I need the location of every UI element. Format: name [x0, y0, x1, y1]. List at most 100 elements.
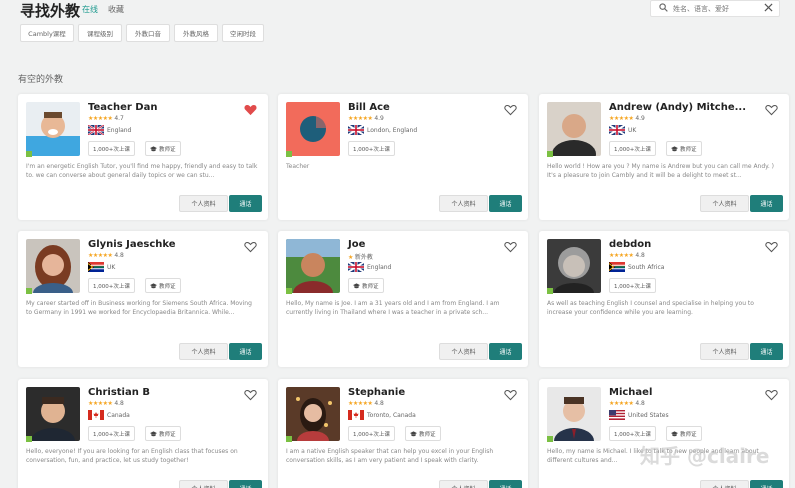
profile-button[interactable]: 个人资料 — [179, 343, 228, 360]
country-label: UK — [107, 263, 116, 271]
contact-button[interactable]: 通话 — [489, 480, 522, 488]
heart-filled-icon[interactable] — [244, 104, 257, 116]
rating-value: 4.8 — [114, 252, 124, 259]
certificate-badge: 教师证 — [666, 426, 702, 441]
profile-button[interactable]: 个人资料 — [179, 195, 228, 212]
tab-favorites[interactable]: 收藏 — [108, 4, 124, 15]
heart-outline-icon[interactable] — [504, 104, 517, 116]
search-box[interactable] — [650, 0, 780, 17]
country: Canada — [88, 410, 130, 420]
contact-button[interactable]: 通话 — [750, 480, 783, 488]
online-indicator — [26, 151, 32, 157]
avatar — [26, 102, 80, 156]
tutor-card[interactable]: Andrew (Andy) Mitche... ★★★★★ 4.9 UK 1,0… — [539, 94, 789, 220]
certificate-label: 教师证 — [680, 146, 697, 153]
rating-value: 4.8 — [635, 252, 645, 259]
watermark: 知乎 @claire — [640, 444, 770, 468]
heart-outline-icon[interactable] — [765, 389, 778, 401]
profile-button[interactable]: 个人资料 — [439, 480, 488, 488]
filter-cambly-course[interactable]: Cambly课程 — [20, 24, 74, 42]
tutor-name[interactable]: Michael — [609, 387, 652, 398]
rating-value: 4.8 — [374, 400, 384, 407]
tutor-bio: Hello, My name is Joe. I am a 31 years o… — [286, 300, 500, 316]
online-indicator — [26, 436, 32, 442]
country-label: Toronto, Canada — [367, 411, 416, 419]
graduation-cap-icon — [150, 282, 157, 288]
tutor-name[interactable]: Bill Ace — [348, 102, 390, 113]
tutor-card[interactable]: Bill Ace ★★★★★ 4.9 London, England 1,000… — [278, 94, 528, 220]
tutor-name[interactable]: Andrew (Andy) Mitche... — [609, 102, 746, 113]
tutor-name[interactable]: Stephanie — [348, 387, 405, 398]
uk-flag-icon — [88, 125, 104, 135]
tab-online[interactable]: 在线 — [82, 4, 98, 15]
heart-outline-icon[interactable] — [765, 104, 778, 116]
certificate-badge: 教师证 — [145, 426, 181, 441]
heart-outline-icon[interactable] — [504, 389, 517, 401]
tutor-card[interactable]: Stephanie ★★★★★ 4.8 Toronto, Canada 1,00… — [278, 379, 528, 488]
stars-icon: ★★★★★ — [348, 115, 373, 122]
tutor-name[interactable]: Christian B — [88, 387, 150, 398]
certificate-badge: 教师证 — [405, 426, 441, 441]
profile-button[interactable]: 个人资料 — [179, 480, 228, 488]
tutor-card[interactable]: Michael ★★★★★ 4.8 United States 1,000+次上… — [539, 379, 789, 488]
tutor-name[interactable]: Glynis Jaeschke — [88, 239, 176, 250]
contact-button[interactable]: 通话 — [750, 343, 783, 360]
graduation-cap-icon — [671, 430, 678, 436]
lessons-badge: 1,000+次上课 — [88, 426, 135, 441]
tutor-name[interactable]: Joe — [348, 239, 365, 250]
canada-flag-icon — [348, 410, 364, 420]
graduation-cap-icon — [150, 145, 157, 151]
filter-availability[interactable]: 空闲时段 — [222, 24, 264, 42]
rating-value: 4.9 — [374, 115, 384, 122]
profile-button[interactable]: 个人资料 — [439, 343, 488, 360]
tutor-name[interactable]: Teacher Dan — [88, 102, 157, 113]
profile-button[interactable]: 个人资料 — [700, 480, 749, 488]
certificate-label: 教师证 — [362, 283, 379, 290]
avatar — [26, 387, 80, 441]
contact-button[interactable]: 通话 — [489, 343, 522, 360]
heart-outline-icon[interactable] — [244, 389, 257, 401]
stars-icon: ★★★★★ — [88, 115, 113, 122]
tutor-card[interactable]: Glynis Jaeschke ★★★★★ 4.8 UK 1,000+次上课 教… — [18, 231, 268, 367]
certificate-badge: 教师证 — [348, 278, 384, 293]
profile-button[interactable]: 个人资料 — [439, 195, 488, 212]
tutor-name[interactable]: debdon — [609, 239, 651, 250]
profile-button[interactable]: 个人资料 — [700, 195, 749, 212]
filter-course-level[interactable]: 课程级别 — [78, 24, 122, 42]
contact-button[interactable]: 通话 — [229, 343, 262, 360]
search-icon — [659, 3, 668, 12]
tutor-card[interactable]: Teacher Dan ★★★★★ 4.7 England 1,000+次上课 … — [18, 94, 268, 220]
tutor-card[interactable]: Christian B ★★★★★ 4.8 Canada 1,000+次上课 教… — [18, 379, 268, 488]
contact-button[interactable]: 通话 — [229, 195, 262, 212]
online-indicator — [547, 151, 553, 157]
profile-button[interactable]: 个人资料 — [700, 343, 749, 360]
heart-outline-icon[interactable] — [244, 241, 257, 253]
tutor-bio: Hello, everyone! If you are looking for … — [26, 448, 238, 464]
rating: ★★★★★ 4.8 — [88, 400, 124, 407]
lessons-badge: 1,000+次上课 — [609, 278, 656, 293]
certificate-label: 教师证 — [159, 146, 176, 153]
filter-style[interactable]: 外教风格 — [174, 24, 218, 42]
close-icon[interactable] — [764, 3, 773, 12]
contact-button[interactable]: 通话 — [229, 480, 262, 488]
rating: ★★★★★ 4.8 — [609, 400, 645, 407]
heart-outline-icon[interactable] — [504, 241, 517, 253]
graduation-cap-icon — [353, 282, 360, 288]
heart-outline-icon[interactable] — [765, 241, 778, 253]
rating-value: 4.8 — [114, 400, 124, 407]
search-input[interactable] — [673, 2, 753, 15]
section-title: 有空的外教 — [18, 75, 64, 85]
tutor-card[interactable]: Joe ★ 新外教 England 教师证 Hello, My name is … — [278, 231, 528, 367]
rating: ★★★★★ 4.9 — [609, 115, 645, 122]
avatar — [286, 387, 340, 441]
country-label: UK — [628, 126, 637, 134]
lessons-badge: 1,000+次上课 — [609, 141, 656, 156]
tutor-card[interactable]: debdon ★★★★★ 4.8 South Africa 1,000+次上课 … — [539, 231, 789, 367]
filter-accent[interactable]: 外教口音 — [126, 24, 170, 42]
contact-button[interactable]: 通话 — [489, 195, 522, 212]
contact-button[interactable]: 通话 — [750, 195, 783, 212]
uk-flag-icon — [609, 125, 625, 135]
country: Toronto, Canada — [348, 410, 416, 420]
rating: ★★★★★ 4.7 — [88, 115, 124, 122]
certificate-badge: 教师证 — [145, 141, 181, 156]
